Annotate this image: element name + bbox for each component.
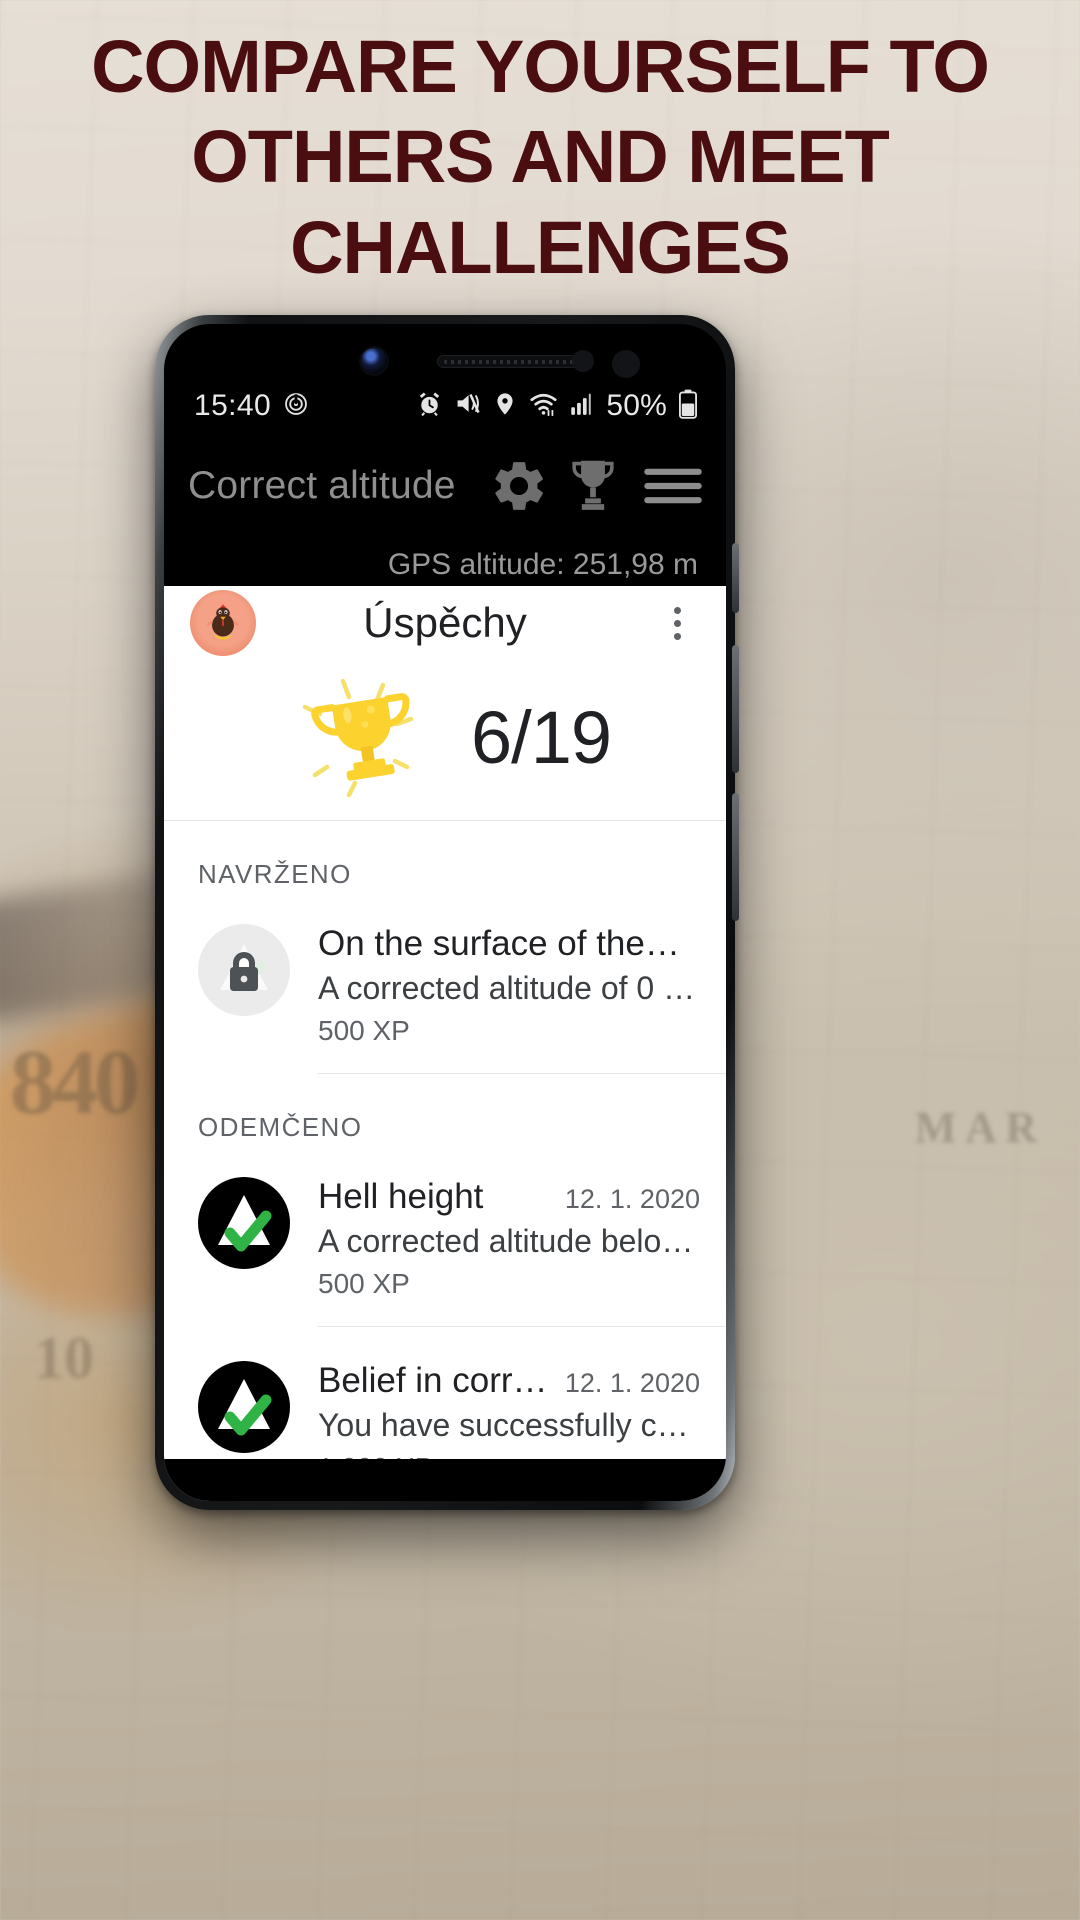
achievement-row-hell-height[interactable]: Hell height 12. 1. 2020 A corrected alti… [164, 1143, 726, 1326]
achievement-description: A corrected altitude below 666 me… [318, 1223, 700, 1259]
background-map-label-right: M A R [914, 1103, 1038, 1152]
battery-percentage: 50% [606, 389, 667, 422]
promo-headline: Compare yourself to others and meet chal… [0, 22, 1080, 293]
chicken-avatar[interactable] [190, 590, 256, 656]
light-sensor [612, 350, 640, 378]
proximity-sensor [572, 350, 594, 372]
achievement-title-row: Belief in correction 12. 1. 2020 [318, 1361, 700, 1401]
battery-icon [678, 389, 698, 424]
achievement-xp: 500 XP [318, 1268, 410, 1299]
achievement-title: Hell height [318, 1177, 484, 1216]
navigation-bar [164, 1459, 726, 1501]
signal-icon [569, 391, 593, 422]
earpiece-speaker [437, 355, 587, 368]
app-bar: Correct altitude [164, 440, 726, 532]
achievement-date: 12. 1. 2020 [564, 1368, 700, 1398]
status-bar-right: 50% [416, 389, 698, 424]
hamburger-icon[interactable] [642, 463, 704, 509]
alarm-icon [416, 390, 443, 422]
unlocked-badge [198, 1361, 290, 1453]
phone-button-top[interactable] [732, 543, 739, 613]
phone-volume-up-button[interactable] [732, 645, 739, 773]
trophy-sparkle-icon [279, 667, 449, 807]
achievement-description: You have successfully corrected o… [318, 1407, 700, 1443]
phone-screen: 15:40 50% Correct altitude GPS altitude:… [164, 324, 726, 1501]
trophy-icon[interactable] [564, 455, 622, 517]
status-bar: 15:40 50% [164, 380, 726, 432]
gear-icon[interactable] [488, 455, 550, 517]
promo-headline-line-3: challenges [290, 205, 791, 289]
achievement-xp: 500 XP [318, 1015, 410, 1046]
section-label-unlocked: ODEMČENO [198, 1112, 363, 1142]
promo-headline-line-2: others and meet [191, 115, 890, 199]
sheet-header: Úspěchy [164, 586, 726, 660]
achievements-sheet: Úspěchy 6/19 NAVRŽENO On the surface of … [164, 586, 726, 1501]
achievement-title-row: On the surface of the sea [318, 924, 700, 964]
locked-badge [198, 924, 290, 1016]
achievement-title-row: Hell height 12. 1. 2020 [318, 1177, 700, 1217]
location-icon [492, 391, 518, 422]
achievement-score-row: 6/19 [164, 660, 726, 820]
achievement-row-locked[interactable]: On the surface of the sea A corrected al… [164, 890, 726, 1073]
phone-volume-down-button[interactable] [732, 793, 739, 921]
do-not-disturb-icon [283, 391, 309, 422]
vibrate-icon [454, 390, 481, 422]
achievement-score: 6/19 [470, 695, 612, 779]
phone-mockup: 15:40 50% Correct altitude GPS altitude:… [155, 315, 739, 1510]
unlocked-badge [198, 1177, 290, 1269]
app-title: Correct altitude [188, 464, 456, 507]
status-bar-left: 15:40 [194, 389, 309, 423]
achievement-body: Hell height 12. 1. 2020 A corrected alti… [318, 1177, 700, 1326]
achievement-date: 12. 1. 2020 [564, 1184, 700, 1214]
promo-headline-line-1: Compare yourself to [91, 25, 990, 108]
achievement-description: A corrected altitude of 0 meters a… [318, 970, 700, 1006]
more-vertical-icon[interactable] [654, 595, 700, 651]
front-camera-icon [361, 348, 387, 374]
status-bar-clock: 15:40 [194, 389, 272, 422]
section-label-suggested: NAVRŽENO [198, 859, 352, 889]
gps-altitude-readout: GPS altitude: 251,98 m [164, 542, 726, 588]
achievement-body: On the surface of the sea A corrected al… [318, 924, 700, 1073]
achievement-title: Belief in correction [318, 1361, 551, 1400]
achievement-title: On the surface of the sea [318, 924, 686, 963]
wifi-icon [529, 390, 558, 422]
